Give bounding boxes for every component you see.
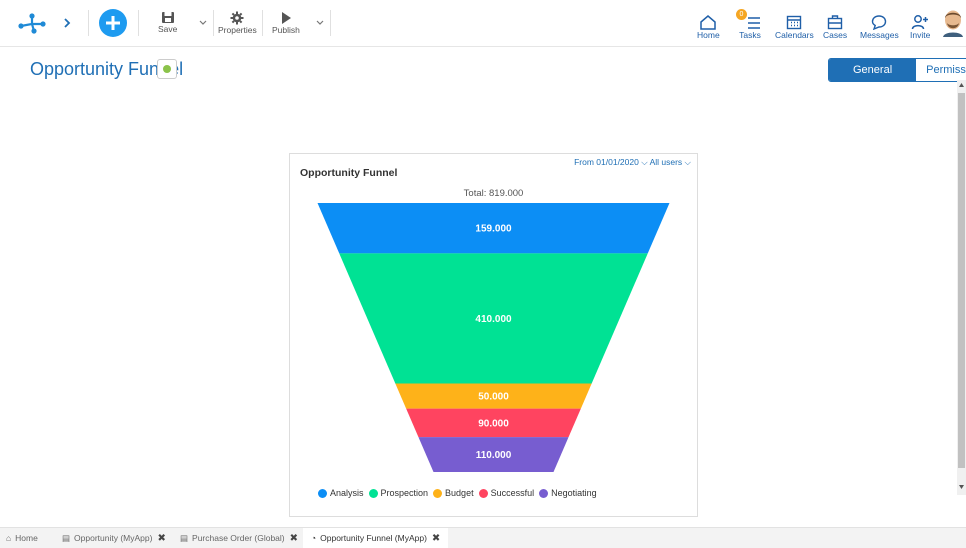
dashboard-icon: ◔: [311, 533, 317, 543]
legend-item-prospection[interactable]: Prospection: [368, 488, 429, 498]
legend-marker: [478, 488, 488, 498]
legend-marker: [539, 488, 549, 498]
legend-marker: [318, 488, 327, 498]
close-icon[interactable]: ✖: [290, 533, 298, 544]
nav-invite-label: Invite: [910, 30, 931, 40]
bottom-tab-bar: ⌂ Home ▤ Opportunity (MyApp) ✖ ▤ Purchas…: [0, 527, 966, 548]
user-avatar[interactable]: [942, 9, 964, 37]
status-indicator[interactable]: [157, 59, 177, 79]
page-tabs: General Permissions: [828, 58, 966, 82]
funnel-value-label: 90.000: [478, 418, 509, 429]
chevron-right-icon[interactable]: [63, 18, 71, 28]
nav-calendars-label: Calendars: [775, 30, 814, 40]
funnel-chart-card: Opportunity Funnel From 01/01/2020 ⌵ All…: [289, 153, 698, 517]
legend-label: Budget: [445, 488, 474, 498]
nav-home-label: Home: [697, 30, 720, 40]
legend-item-successful[interactable]: Successful: [478, 488, 535, 498]
save-icon: [161, 12, 174, 23]
legend-label: Successful: [490, 488, 535, 498]
form-icon: ▤: [62, 532, 71, 543]
play-icon: [281, 12, 291, 24]
bottom-tab-label: Home: [15, 533, 38, 543]
nav-calendars[interactable]: Calendars: [775, 14, 814, 40]
scroll-down-arrow-icon[interactable]: [958, 484, 965, 490]
tasks-badge: 0: [736, 9, 747, 20]
save-options-chevron-icon[interactable]: [199, 20, 207, 26]
scrollbar-thumb[interactable]: [958, 93, 965, 468]
publish-options-chevron-icon[interactable]: [316, 20, 324, 26]
legend-item-analysis[interactable]: Analysis: [318, 488, 364, 498]
legend-label: Negotiating: [551, 488, 597, 498]
publish-label: Publish: [272, 25, 300, 35]
home-outline-icon: ⌂: [6, 533, 12, 543]
nav-home[interactable]: Home: [697, 14, 720, 40]
save-label: Save: [158, 24, 178, 34]
scroll-up-arrow-icon[interactable]: [958, 82, 965, 88]
bottom-tab-opportunity[interactable]: ▤ Opportunity (MyApp) ✖: [62, 528, 166, 548]
funnel-value-label: 159.000: [475, 224, 512, 235]
bottom-tab-label: Purchase Order (Global): [192, 533, 285, 543]
chart-legend: Analysis Prospection Budget Successful Negot…: [318, 488, 602, 498]
legend-marker: [433, 488, 443, 498]
legend-marker: [368, 488, 378, 498]
legend-item-negotiating[interactable]: Negotiating: [539, 488, 597, 498]
bottom-tab-purchase-order[interactable]: ▤ Purchase Order (Global) ✖: [180, 528, 298, 548]
top-toolbar: Save Properties Publish Home Tasks 0 Cal…: [0, 0, 966, 47]
bottom-tab-home[interactable]: ⌂ Home: [6, 528, 38, 548]
nav-messages[interactable]: Messages: [860, 14, 899, 40]
funnel-value-label: 50.000: [478, 392, 509, 403]
bottom-tab-label: Opportunity (MyApp): [74, 533, 153, 543]
nav-cases-label: Cases: [823, 30, 848, 40]
tab-general[interactable]: General: [829, 59, 917, 81]
briefcase-icon: [827, 15, 843, 30]
save-button[interactable]: Save: [158, 11, 177, 34]
nav-cases[interactable]: Cases: [823, 14, 847, 40]
publish-button[interactable]: Publish: [272, 11, 300, 35]
funnel-value-label: 110.000: [476, 450, 512, 461]
message-icon: [872, 15, 887, 30]
gear-icon: [230, 11, 244, 25]
properties-button[interactable]: Properties: [218, 11, 257, 35]
funnel-chart: 159.000 410.000 50.000 90.000 110.000: [317, 203, 670, 472]
properties-label: Properties: [218, 25, 257, 35]
legend-label: Analysis: [330, 488, 364, 498]
bottom-tab-opportunity-funnel[interactable]: ◔ Opportunity Funnel (MyApp) ✖: [303, 528, 449, 548]
nav-invite[interactable]: Invite: [910, 14, 930, 40]
close-icon[interactable]: ✖: [432, 533, 440, 544]
legend-label: Prospection: [380, 488, 429, 498]
home-icon: [700, 15, 717, 30]
calendar-icon: [787, 15, 802, 30]
close-icon[interactable]: ✖: [157, 533, 165, 544]
funnel-value-label: 410.000: [475, 314, 512, 325]
bottom-tab-label: Opportunity Funnel (MyApp): [320, 533, 427, 543]
tab-permissions[interactable]: Permissions: [916, 59, 966, 81]
legend-item-budget[interactable]: Budget: [433, 488, 474, 498]
invite-user-icon: [911, 15, 929, 30]
nav-tasks-label: Tasks: [739, 30, 761, 40]
status-dot-icon: [163, 65, 171, 73]
nav-messages-label: Messages: [860, 30, 899, 40]
add-new-button[interactable]: [98, 8, 128, 38]
form-icon: ▤: [180, 532, 189, 543]
app-logo-icon[interactable]: [18, 12, 46, 34]
